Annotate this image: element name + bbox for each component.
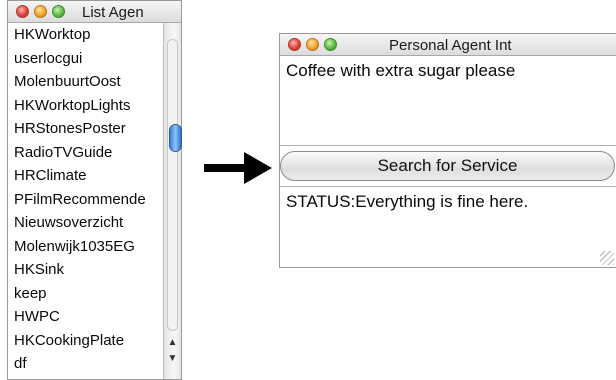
request-textarea[interactable]: Coffee with extra sugar please bbox=[280, 56, 616, 146]
agent-list[interactable]: HKWorktop userlocgui MolenbuurtOost HKWo… bbox=[8, 23, 163, 379]
list-item[interactable]: HWPC bbox=[8, 305, 163, 329]
list-item[interactable]: RadioTVGuide bbox=[8, 141, 163, 165]
window-title: Personal Agent Int bbox=[389, 37, 512, 54]
minimize-button[interactable] bbox=[34, 5, 47, 18]
scroll-down-button[interactable]: ▼ bbox=[164, 351, 181, 366]
agent-list-titlebar[interactable]: List Agen bbox=[8, 1, 181, 23]
resize-grip-icon[interactable] bbox=[600, 251, 614, 265]
list-item[interactable]: HKCookingPlate bbox=[8, 329, 163, 353]
status-textarea: STATUS:Everything is fine here. bbox=[280, 186, 616, 267]
list-item[interactable]: PFilmRecommende bbox=[8, 188, 163, 212]
list-item[interactable]: Nieuwsoverzicht bbox=[8, 211, 163, 235]
personal-agent-window: Personal Agent Int Coffee with extra sug… bbox=[279, 33, 616, 268]
window-controls bbox=[288, 38, 337, 51]
list-item[interactable]: HRStonesPoster bbox=[8, 117, 163, 141]
right-arrow-icon bbox=[204, 152, 272, 184]
list-item[interactable]: userlocgui bbox=[8, 47, 163, 71]
list-item[interactable]: HKSink bbox=[8, 258, 163, 282]
zoom-button[interactable] bbox=[324, 38, 337, 51]
personal-agent-titlebar[interactable]: Personal Agent Int bbox=[280, 34, 616, 56]
search-for-service-button[interactable]: Search for Service bbox=[280, 151, 615, 181]
list-item[interactable]: keep bbox=[8, 282, 163, 306]
minimize-button[interactable] bbox=[306, 38, 319, 51]
list-item[interactable]: df bbox=[8, 352, 163, 376]
scroll-up-button[interactable]: ▲ bbox=[164, 335, 181, 350]
close-button[interactable] bbox=[16, 5, 29, 18]
list-item[interactable]: HKWorktopLights bbox=[8, 94, 163, 118]
window-controls bbox=[16, 5, 65, 18]
scroll-thumb[interactable] bbox=[169, 124, 182, 152]
window-title: List Agen bbox=[82, 4, 144, 21]
scroll-track[interactable] bbox=[167, 39, 182, 331]
zoom-button[interactable] bbox=[52, 5, 65, 18]
close-button[interactable] bbox=[288, 38, 301, 51]
list-item[interactable]: HRClimate bbox=[8, 164, 163, 188]
agent-list-window: List Agen HKWorktop userlocgui Molenbuur… bbox=[7, 0, 182, 380]
list-item[interactable]: HKWorktop bbox=[8, 23, 163, 47]
vertical-scrollbar[interactable]: ▲ ▼ bbox=[163, 23, 182, 379]
list-item[interactable]: Molenwijk1035EG bbox=[8, 235, 163, 259]
list-item[interactable]: MolenbuurtOost bbox=[8, 70, 163, 94]
